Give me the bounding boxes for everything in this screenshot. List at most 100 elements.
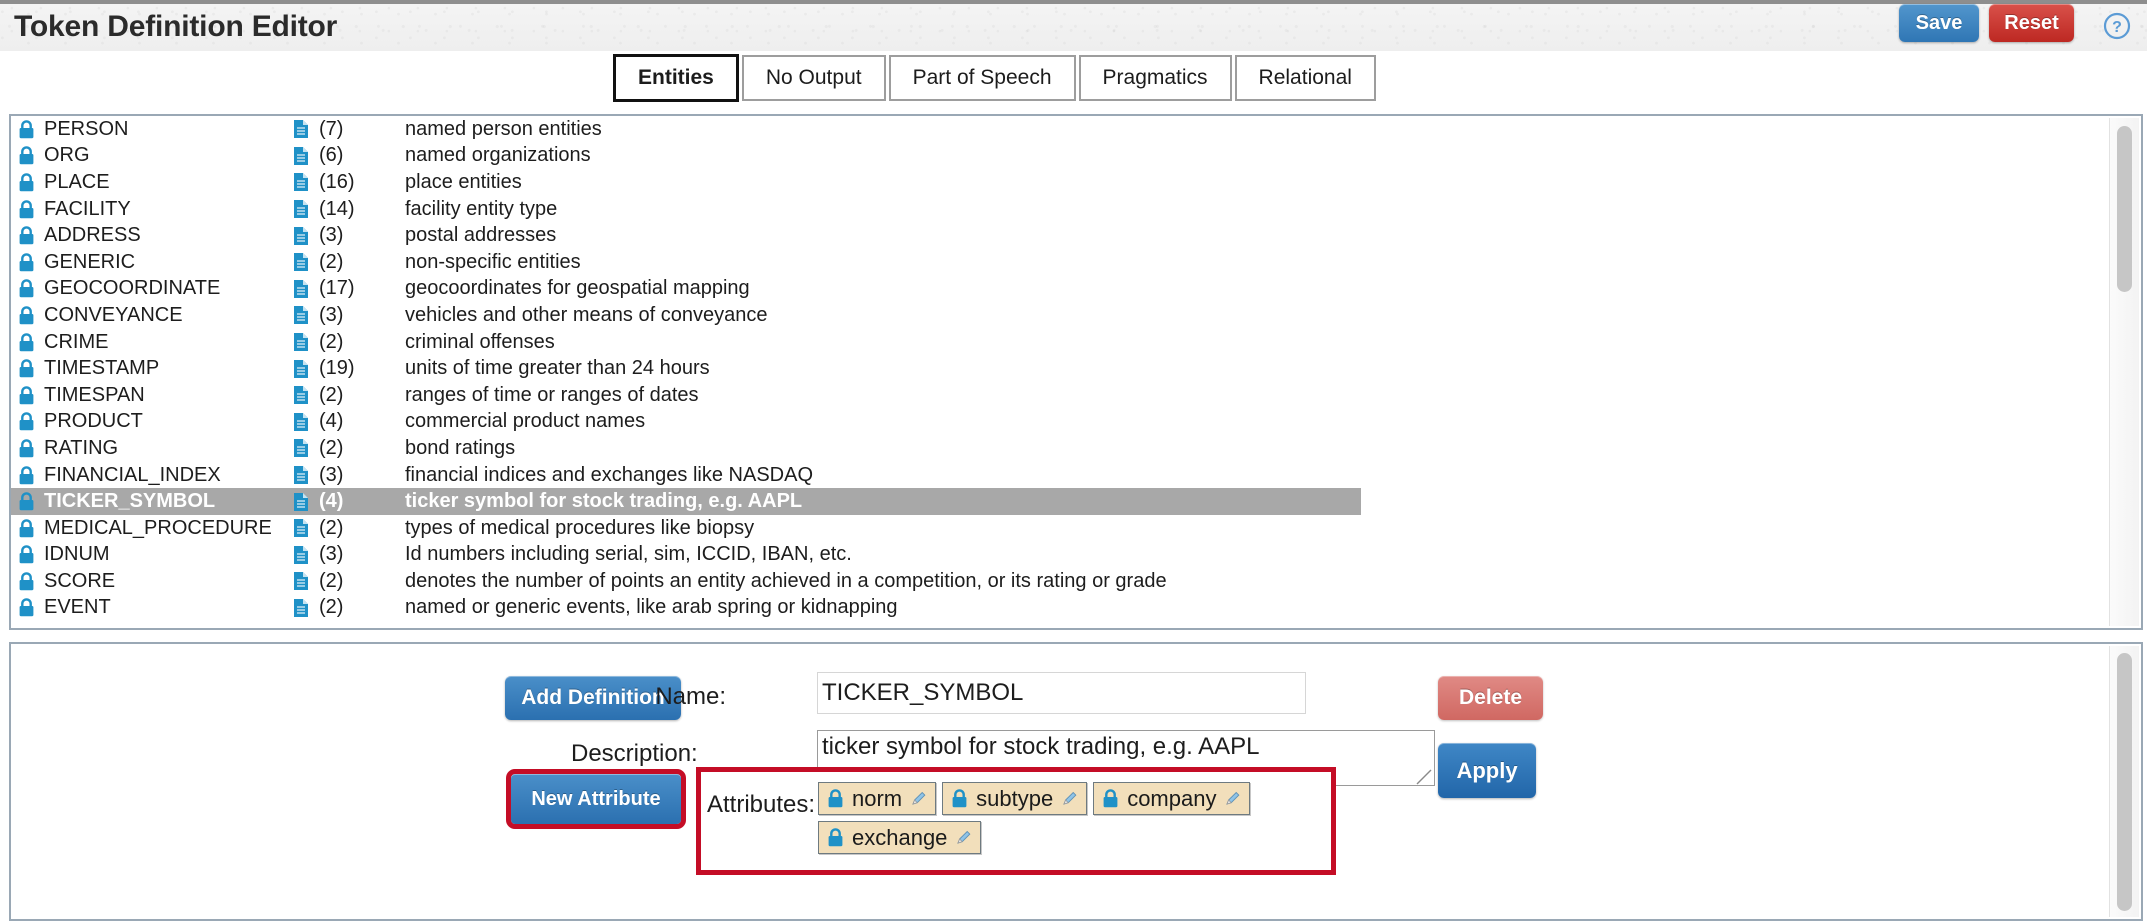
document-icon (294, 359, 308, 378)
description-label: Description: (571, 740, 698, 767)
save-button[interactable]: Save (1899, 4, 1979, 42)
lock-icon (19, 465, 33, 484)
definition-description: criminal offenses (405, 330, 555, 353)
table-row[interactable]: FACILITY (14) facility entity type (11, 196, 2105, 223)
name-input[interactable] (817, 672, 1306, 714)
delete-button[interactable]: Delete (1438, 676, 1543, 720)
token-definition-editor-window: Token Definition Editor Save Reset ? Ent… (0, 0, 2147, 921)
table-row[interactable]: ADDRESS (3) postal addresses (11, 222, 2105, 249)
editor-scrollbar[interactable] (2109, 646, 2139, 917)
table-row[interactable]: GEOCOORDINATE (17) geocoordinates for geos… (11, 276, 2105, 303)
document-icon-cell (289, 571, 313, 591)
attribute-chip[interactable]: subtype (942, 782, 1088, 815)
tab-entities[interactable]: Entities (613, 54, 739, 102)
attributes-label: Attributes: (707, 791, 816, 818)
table-row[interactable]: PLACE (16) place entities (11, 169, 2105, 196)
definition-count: (4) (319, 490, 344, 513)
attribute-chip-row: exchange (818, 821, 1318, 854)
document-icon-cell (289, 119, 313, 139)
document-icon-cell (289, 438, 313, 458)
help-circle-icon[interactable]: ? (2103, 12, 2131, 40)
lock-icon-cell (11, 492, 41, 511)
document-icon-cell (289, 226, 313, 246)
document-icon (294, 545, 308, 564)
definition-count: (7) (319, 117, 344, 140)
lock-icon (19, 518, 33, 537)
definition-count: (14) (319, 197, 355, 220)
document-icon (294, 386, 308, 405)
table-row[interactable]: ORG (6) named organizations (11, 143, 2105, 170)
page-title: Token Definition Editor (14, 10, 338, 43)
lock-icon (19, 572, 33, 591)
lock-icon (19, 173, 33, 192)
definition-description: vehicles and other means of conveyance (405, 303, 768, 326)
table-row[interactable]: PRODUCT (4) commercial product names (11, 409, 2105, 436)
table-row[interactable]: FINANCIAL_INDEX (3) financial indices and … (11, 462, 2105, 489)
table-row[interactable]: TICKER_SYMBOL (4) ticker symbol for stock … (11, 488, 2105, 515)
table-row[interactable]: CRIME (2) criminal offenses (11, 329, 2105, 356)
document-icon-cell (289, 172, 313, 192)
definition-name: TIMESTAMP (44, 357, 160, 380)
tab-no-output[interactable]: No Output (741, 55, 886, 101)
table-row[interactable]: TIMESTAMP (19) units of time greater than … (11, 355, 2105, 382)
table-row[interactable]: EVENT (2) named or generic events, like ar… (11, 595, 2105, 622)
document-icon-cell (289, 359, 313, 379)
titlebar: Token Definition Editor (0, 0, 2147, 51)
new-attribute-button[interactable]: New Attribute (506, 769, 686, 829)
lock-icon (19, 279, 33, 298)
list-scrollbar-thumb[interactable] (2117, 126, 2132, 292)
definition-name: RATING (44, 436, 119, 459)
table-row[interactable]: MEDICAL_PROCEDURE (2) types of medical pro… (11, 515, 2105, 542)
tab-relational[interactable]: Relational (1234, 55, 1376, 101)
attribute-chip-label: subtype (976, 785, 1054, 811)
document-icon (294, 173, 308, 192)
lock-icon (19, 439, 33, 458)
table-row[interactable]: RATING (2) bond ratings (11, 435, 2105, 462)
definition-description: financial indices and exchanges like NAS… (405, 463, 813, 486)
table-row[interactable]: TIMESPAN (2) ranges of time or ranges of d… (11, 382, 2105, 409)
table-row[interactable]: CONVEYANCE (3) vehicles and other means of… (11, 302, 2105, 329)
attribute-chip-label: exchange (852, 824, 948, 850)
attribute-chip-label: company (1127, 785, 1217, 811)
document-icon-cell (289, 518, 313, 538)
reset-button[interactable]: Reset (1989, 4, 2074, 42)
tab-pragmatics[interactable]: Pragmatics (1078, 55, 1232, 101)
attribute-chip[interactable]: company (1093, 782, 1251, 815)
document-icon (294, 120, 308, 139)
document-icon (294, 146, 308, 165)
lock-icon-cell (11, 226, 41, 245)
lock-icon-cell (11, 199, 41, 219)
lock-icon (19, 385, 33, 404)
list-scrollbar[interactable] (2109, 118, 2139, 626)
table-row[interactable]: SCORE (2) denotes the number of points an … (11, 568, 2105, 595)
lock-icon (828, 789, 843, 808)
attribute-chip[interactable]: norm (818, 782, 937, 815)
lock-icon-cell (11, 385, 41, 405)
document-icon-cell (289, 146, 313, 166)
definition-count: (3) (319, 463, 344, 486)
definition-name: FACILITY (44, 197, 131, 220)
table-row[interactable]: GENERIC (2) non-specific entities (11, 249, 2105, 276)
pencil-icon[interactable] (955, 829, 972, 846)
pencil-icon[interactable] (1061, 790, 1078, 807)
definition-description: named or generic events, like arab sprin… (405, 596, 898, 619)
pencil-icon[interactable] (910, 790, 927, 807)
document-icon-cell (289, 385, 313, 405)
document-icon-cell (289, 465, 313, 485)
definition-count: (2) (319, 250, 344, 273)
pencil-icon[interactable] (1224, 790, 1241, 807)
definition-description: Id numbers including serial, sim, ICCID,… (405, 543, 852, 566)
entity-definition-list: PERSON (7) named person entities ORG (6) name… (11, 116, 2105, 628)
document-icon (294, 598, 308, 617)
definition-count: (2) (319, 330, 344, 353)
table-row[interactable]: IDNUM (3) Id numbers including serial, sim… (11, 542, 2105, 569)
definition-count: (2) (319, 596, 344, 619)
table-row[interactable]: PERSON (7) named person entities (11, 116, 2105, 143)
tab-part-of-speech[interactable]: Part of Speech (888, 55, 1076, 101)
apply-button[interactable]: Apply (1438, 743, 1536, 798)
lock-icon (19, 252, 33, 271)
editor-scrollbar-thumb[interactable] (2117, 653, 2132, 911)
attribute-chip[interactable]: exchange (818, 821, 982, 854)
definition-description: postal addresses (405, 224, 557, 247)
definition-name: ORG (44, 144, 90, 167)
